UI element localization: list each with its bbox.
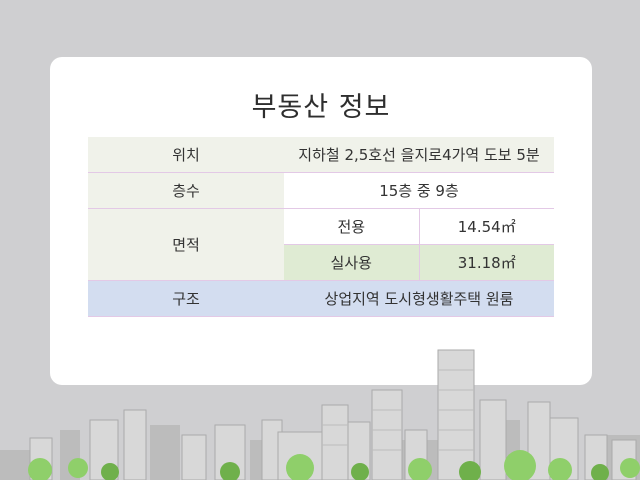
location-label: 위치 [88,137,284,173]
area-label: 면적 [88,208,284,281]
exclusive-area-value: 14.54㎡ [418,208,554,245]
structure-label: 구조 [88,280,284,317]
page-title: 부동산 정보 [251,92,391,123]
property-info-table: 위치 지하철 2,5호선 을지로4가역 도보 5분 층수 15층 중 9층 면적… [88,137,554,317]
exclusive-area-label: 전용 [284,208,419,245]
location-value: 지하철 2,5호선 을지로4가역 도보 5분 [284,137,554,173]
table-row-structure: 구조 상업지역 도시형생활주택 원룸 [88,280,554,317]
floors-label: 층수 [88,172,284,209]
table-row-area-exclusive: 면적 전용 14.54㎡ [88,208,554,281]
table-row-floors: 층수 15층 중 9층 [88,172,554,209]
actual-area-label: 실사용 [284,244,419,281]
actual-area-value: 31.18㎡ [418,244,554,281]
city-skyline-illustration [0,349,640,480]
table-row-location: 위치 지하철 2,5호선 을지로4가역 도보 5분 [88,137,554,173]
structure-value: 상업지역 도시형생활주택 원룸 [284,280,554,317]
floors-value: 15층 중 9층 [284,172,554,209]
